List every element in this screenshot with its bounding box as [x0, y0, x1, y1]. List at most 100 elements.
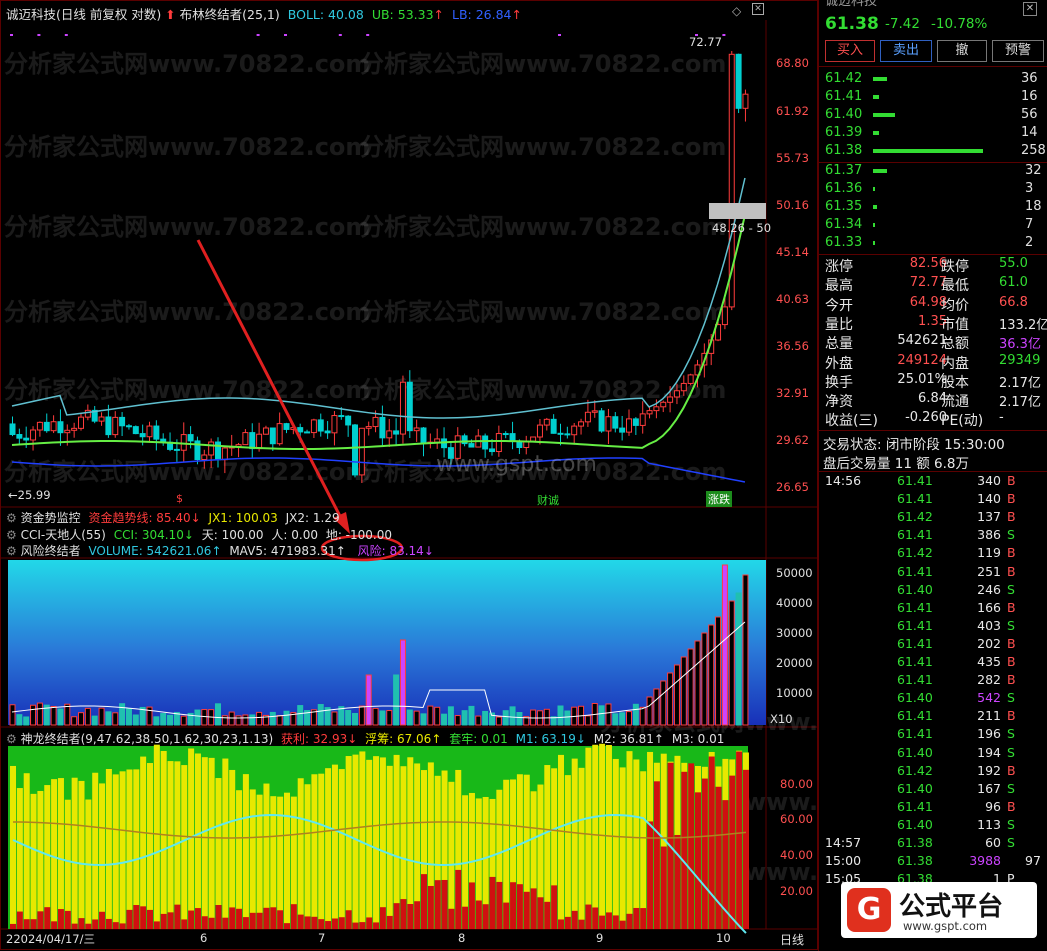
info-key: 股本	[941, 374, 969, 391]
bid-row[interactable]: 61.36 3	[819, 180, 1047, 198]
gear-icon[interactable]: ⚙	[6, 528, 17, 542]
buy-button[interactable]: 买入	[825, 40, 875, 62]
bid-row[interactable]: 61.34 7	[819, 216, 1047, 234]
info-key: 总额	[941, 336, 969, 353]
dragon-bar-red	[366, 917, 373, 929]
tick-row: 61.40 246 S	[819, 581, 1047, 599]
tick-price: 61.40	[897, 690, 933, 706]
dragon-header[interactable]: ⚙ 神龙终结者(9,47.62,38.50,1.62,30,23,1.13) 获…	[6, 730, 724, 747]
volume-bar	[632, 703, 639, 726]
candle-body	[605, 416, 612, 432]
ask-bar	[873, 113, 895, 117]
indicator-row-2[interactable]: ⚙ CCI-天地人(55) CCI: 304.10↓ 天: 100.00 人: …	[6, 526, 392, 543]
candle-body	[119, 416, 126, 427]
bid-volume: 18	[1025, 199, 1042, 214]
dragon-bar-red	[44, 907, 51, 929]
gear-icon[interactable]: ⚙	[6, 544, 17, 558]
volume-bar	[673, 664, 680, 726]
price-tick: 36.56	[776, 339, 809, 353]
ask-row[interactable]: 61.42 36	[819, 70, 1047, 88]
ask-row[interactable]: 61.39 14	[819, 124, 1047, 142]
info-value: 72.77	[909, 275, 947, 291]
volume-bar	[50, 705, 57, 726]
info-key: 最高	[825, 278, 853, 295]
tick-row: 61.42 192 B	[819, 762, 1047, 780]
tick-price: 61.41	[897, 491, 933, 507]
indicator-name-1[interactable]: 资金势监控	[21, 511, 81, 525]
dragon-title[interactable]: 神龙终结者(9,47.62,38.50,1.62,30,23,1.13)	[21, 732, 274, 746]
close-chart-icon[interactable]: ✕	[752, 3, 764, 15]
tick-direction: B	[1007, 762, 1016, 778]
bid-bar	[873, 187, 875, 191]
period-label[interactable]: 日线	[780, 931, 804, 948]
gear-icon[interactable]: ⚙	[6, 732, 17, 746]
sell-button[interactable]: 卖出	[880, 40, 932, 62]
dragon-bar-yellow	[242, 774, 249, 929]
info-value: 29349	[999, 352, 1041, 368]
indicator-name[interactable]: 布林终结者(25,1)	[180, 7, 280, 22]
volume-bar	[646, 696, 653, 726]
gear-icon[interactable]: ⚙	[6, 511, 17, 525]
tick-row: 61.41 196 S	[819, 725, 1047, 743]
indicator-row-1[interactable]: ⚙ 资金势监控 资金趋势线: 85.40↓ JX1: 100.03 JX2: 1…	[6, 509, 340, 526]
info-key: 市值	[941, 316, 969, 333]
tick-time: 15:00	[825, 853, 862, 869]
volume-tick: 40000	[776, 596, 813, 610]
dragon-bar-red	[427, 885, 434, 929]
ask-row[interactable]: 61.38 258	[819, 142, 1047, 160]
volume-bar	[680, 656, 687, 726]
dragon-bar-red	[85, 923, 92, 929]
chart-mode[interactable]: (日线 前复权 对数)	[56, 7, 161, 22]
bid-row[interactable]: 61.37 32	[819, 162, 1047, 180]
candle-body	[495, 433, 502, 453]
stock-name[interactable]: 诚迈科技	[6, 7, 56, 22]
candle-body	[516, 441, 523, 449]
dragon-bar-red	[434, 880, 441, 929]
diamond-icon[interactable]: ◇	[732, 4, 741, 18]
ask-price: 61.39	[825, 125, 863, 140]
candle-body	[639, 413, 646, 426]
volume-bar	[352, 712, 358, 726]
volume-bar	[9, 704, 16, 726]
volume-bar	[475, 715, 482, 726]
dragon-bar-yellow	[16, 788, 23, 929]
info-key: 均价	[941, 297, 969, 314]
volume-bar	[482, 710, 489, 726]
tick-price: 61.42	[897, 545, 933, 561]
alert-button[interactable]: 预警	[992, 40, 1044, 62]
dragon-bar-red	[407, 904, 414, 929]
tick-direction: B	[1007, 672, 1016, 688]
volume-bar	[728, 600, 735, 726]
watermark-text: 分析家公式网www.70822.com	[360, 298, 726, 326]
dragon-bar-yellow	[208, 757, 215, 929]
indicator-name-3[interactable]: 风险终结者	[21, 544, 81, 558]
ask-row[interactable]: 61.40 56	[819, 106, 1047, 124]
bid-price: 61.35	[825, 199, 863, 214]
dragon-bar-yellow	[558, 754, 564, 929]
candle-body	[317, 419, 324, 432]
bid-row[interactable]: 61.35 18	[819, 198, 1047, 216]
close-panel-icon[interactable]: ✕	[1023, 2, 1037, 16]
volume-bar	[639, 706, 646, 726]
tick-price: 61.41	[897, 708, 933, 724]
bid-row[interactable]: 61.33 2	[819, 234, 1047, 252]
dragon-bar-yellow	[352, 754, 359, 929]
tick-direction: S	[1007, 726, 1015, 742]
info-value: 542621	[897, 333, 947, 349]
indicator-name-2[interactable]: CCI-天地人(55)	[21, 528, 106, 542]
tick-direction: S	[1007, 744, 1015, 760]
volume-bar	[215, 703, 221, 726]
volume-bar	[468, 705, 475, 726]
cancel-button[interactable]: 撤	[937, 40, 987, 62]
kline-chart[interactable]: 分析家公式网www.70822.com分析家公式网www.70822.com分析…	[0, 0, 818, 951]
tick-volume: 166	[977, 599, 1001, 615]
volume-tick: 10000	[776, 686, 813, 700]
low-label: ←25.99	[8, 488, 51, 502]
ask-row[interactable]: 61.41 16	[819, 88, 1047, 106]
info-value: 249124	[897, 352, 947, 368]
indicator-row-3[interactable]: ⚙ 风险终结者 VOLUME: 542621.06↑ MAV5: 471983.…	[6, 542, 434, 559]
tick-extra: 97	[1025, 853, 1041, 869]
watermark-text: 分析家公式网www.70822.com	[4, 213, 370, 241]
ask-price: 61.42	[825, 71, 863, 86]
candle-body	[43, 421, 50, 432]
